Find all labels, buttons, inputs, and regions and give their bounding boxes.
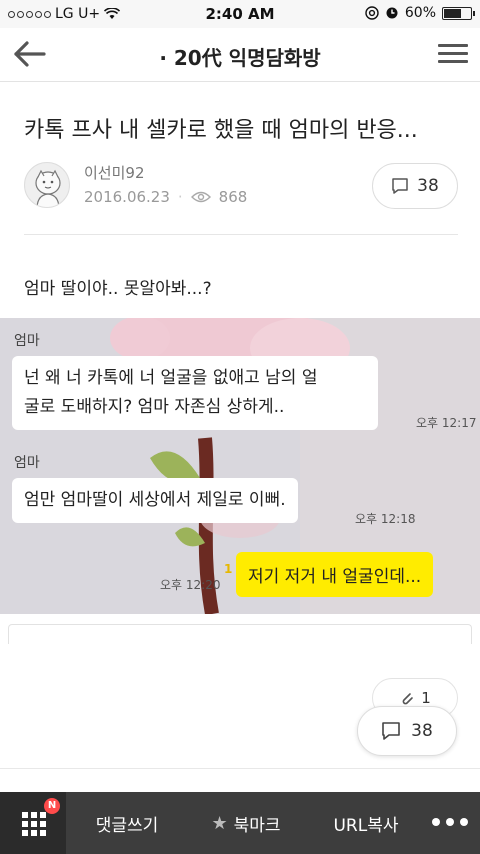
- status-icons: 60%: [365, 5, 475, 21]
- alarm-icon: [386, 7, 398, 19]
- apps-button[interactable]: N: [0, 792, 66, 854]
- board-title: · 20代 익명담화방: [159, 46, 321, 70]
- copy-url-button[interactable]: URL복사: [316, 792, 416, 854]
- hamburger-menu-icon: [438, 44, 468, 63]
- at-icon: [365, 6, 379, 20]
- paperclip-icon: [402, 693, 414, 705]
- bookmark-label: 북마크: [233, 815, 281, 836]
- top-navigation: · 20代 익명담화방: [0, 28, 480, 82]
- chat-screenshot-image[interactable]: 엄마 넌 왜 너 카톡에 너 얼굴을 없애고 남의 얼 굴로 도배하지? 엄마 …: [0, 318, 480, 614]
- chat-sender-name: 엄마: [14, 455, 40, 471]
- post-date: 2016.06.23: [84, 188, 170, 206]
- avatar[interactable]: [24, 162, 70, 208]
- chat-message-bubble-mine: 저기 저거 내 얼굴인데...: [236, 552, 434, 597]
- floating-comments-button[interactable]: 38: [357, 706, 457, 756]
- chat-message-bubble: 넌 왜 너 카톡에 너 얼굴을 없애고 남의 얼 굴로 도배하지? 엄마 자존심…: [12, 356, 378, 430]
- battery-percent: 60%: [404, 5, 436, 21]
- embedded-card: [8, 624, 472, 644]
- comment-count-button[interactable]: 38: [372, 163, 458, 209]
- post-body-text: 엄마 딸이야.. 못알아봐...?: [24, 279, 212, 299]
- more-options-button[interactable]: [432, 818, 468, 826]
- write-comment-button[interactable]: 댓글쓰기: [72, 792, 182, 854]
- dot-icon: [460, 818, 468, 826]
- divider: [0, 768, 480, 769]
- grid-icon: [22, 812, 46, 836]
- chat-message-bubble: 엄만 엄마딸이 세상에서 제일로 이뻐.: [12, 478, 298, 523]
- new-badge: N: [44, 798, 60, 814]
- post-title: 카톡 프사 내 셀카로 했을 때 엄마의 반응...: [24, 118, 418, 143]
- comments-count: 38: [411, 721, 433, 741]
- chat-message-line: 굴로 도배하지? 엄마 자존심 상하게..: [24, 397, 285, 417]
- bookmark-button[interactable]: ★ 북마크: [196, 792, 296, 854]
- status-bar: LG U+ 2:40 AM 60%: [0, 0, 480, 28]
- like-count: 1: [421, 689, 431, 707]
- meta-separator: ·: [177, 188, 183, 206]
- view-count: 868: [218, 188, 248, 206]
- battery-level: [444, 8, 461, 18]
- comment-count: 38: [417, 176, 439, 196]
- unread-count: 1: [224, 562, 233, 576]
- author-name[interactable]: 이선미92: [84, 162, 145, 183]
- comment-bubble-icon: [382, 722, 400, 740]
- eye-icon: [190, 191, 211, 203]
- bottom-toolbar: N 댓글쓰기 ★ 북마크 URL복사: [0, 792, 480, 854]
- write-comment-label: 댓글쓰기: [95, 815, 159, 836]
- chat-message-line: 넌 왜 너 카톡에 너 얼굴을 없애고 남의 얼: [24, 368, 318, 388]
- default-avatar-icon: [35, 169, 61, 207]
- dot-icon: [446, 818, 454, 826]
- menu-button[interactable]: [438, 40, 468, 68]
- battery-icon: [442, 6, 475, 20]
- divider: [24, 234, 458, 235]
- chat-sender-name: 엄마: [14, 333, 40, 349]
- star-icon: ★: [211, 812, 228, 834]
- chat-time: 오후 12:20: [160, 578, 221, 592]
- chat-time: 오후 12:18: [355, 512, 416, 526]
- comment-bubble-icon: [392, 178, 408, 194]
- copy-url-label: URL복사: [333, 815, 399, 836]
- chat-time: 오후 12:17: [416, 416, 477, 430]
- post-meta: 2016.06.23 · 868: [84, 188, 247, 206]
- dot-icon: [432, 818, 440, 826]
